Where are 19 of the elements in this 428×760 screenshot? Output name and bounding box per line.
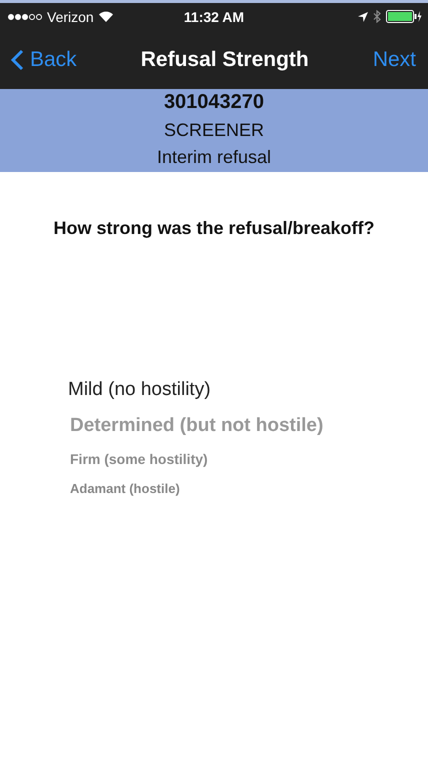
question-text: How strong was the refusal/breakoff? — [52, 218, 376, 239]
screen-title: Refusal Strength — [140, 48, 309, 72]
back-button[interactable]: Back — [10, 48, 77, 72]
location-arrow-icon — [358, 12, 368, 22]
battery-icon — [386, 10, 422, 23]
next-button[interactable]: Next — [372, 48, 416, 72]
picker-option[interactable]: Adamant (hostile) — [70, 481, 428, 496]
picker-option[interactable]: Mild (no hostility) — [68, 379, 428, 401]
bluetooth-icon — [373, 10, 381, 23]
chevron-left-icon — [10, 48, 24, 70]
carrier-name: Verizon — [47, 8, 94, 24]
status-time: 11:32 AM — [184, 8, 244, 24]
picker-option[interactable]: Firm (some hostility) — [70, 451, 428, 467]
status-label: Interim refusal — [156, 147, 272, 168]
wifi-icon — [98, 11, 113, 22]
case-id: 301043270 — [164, 91, 264, 114]
stage-label: SCREENER — [164, 120, 264, 141]
signal-icon — [8, 14, 42, 20]
picker-option[interactable]: Determined (but not hostile) — [70, 415, 428, 437]
